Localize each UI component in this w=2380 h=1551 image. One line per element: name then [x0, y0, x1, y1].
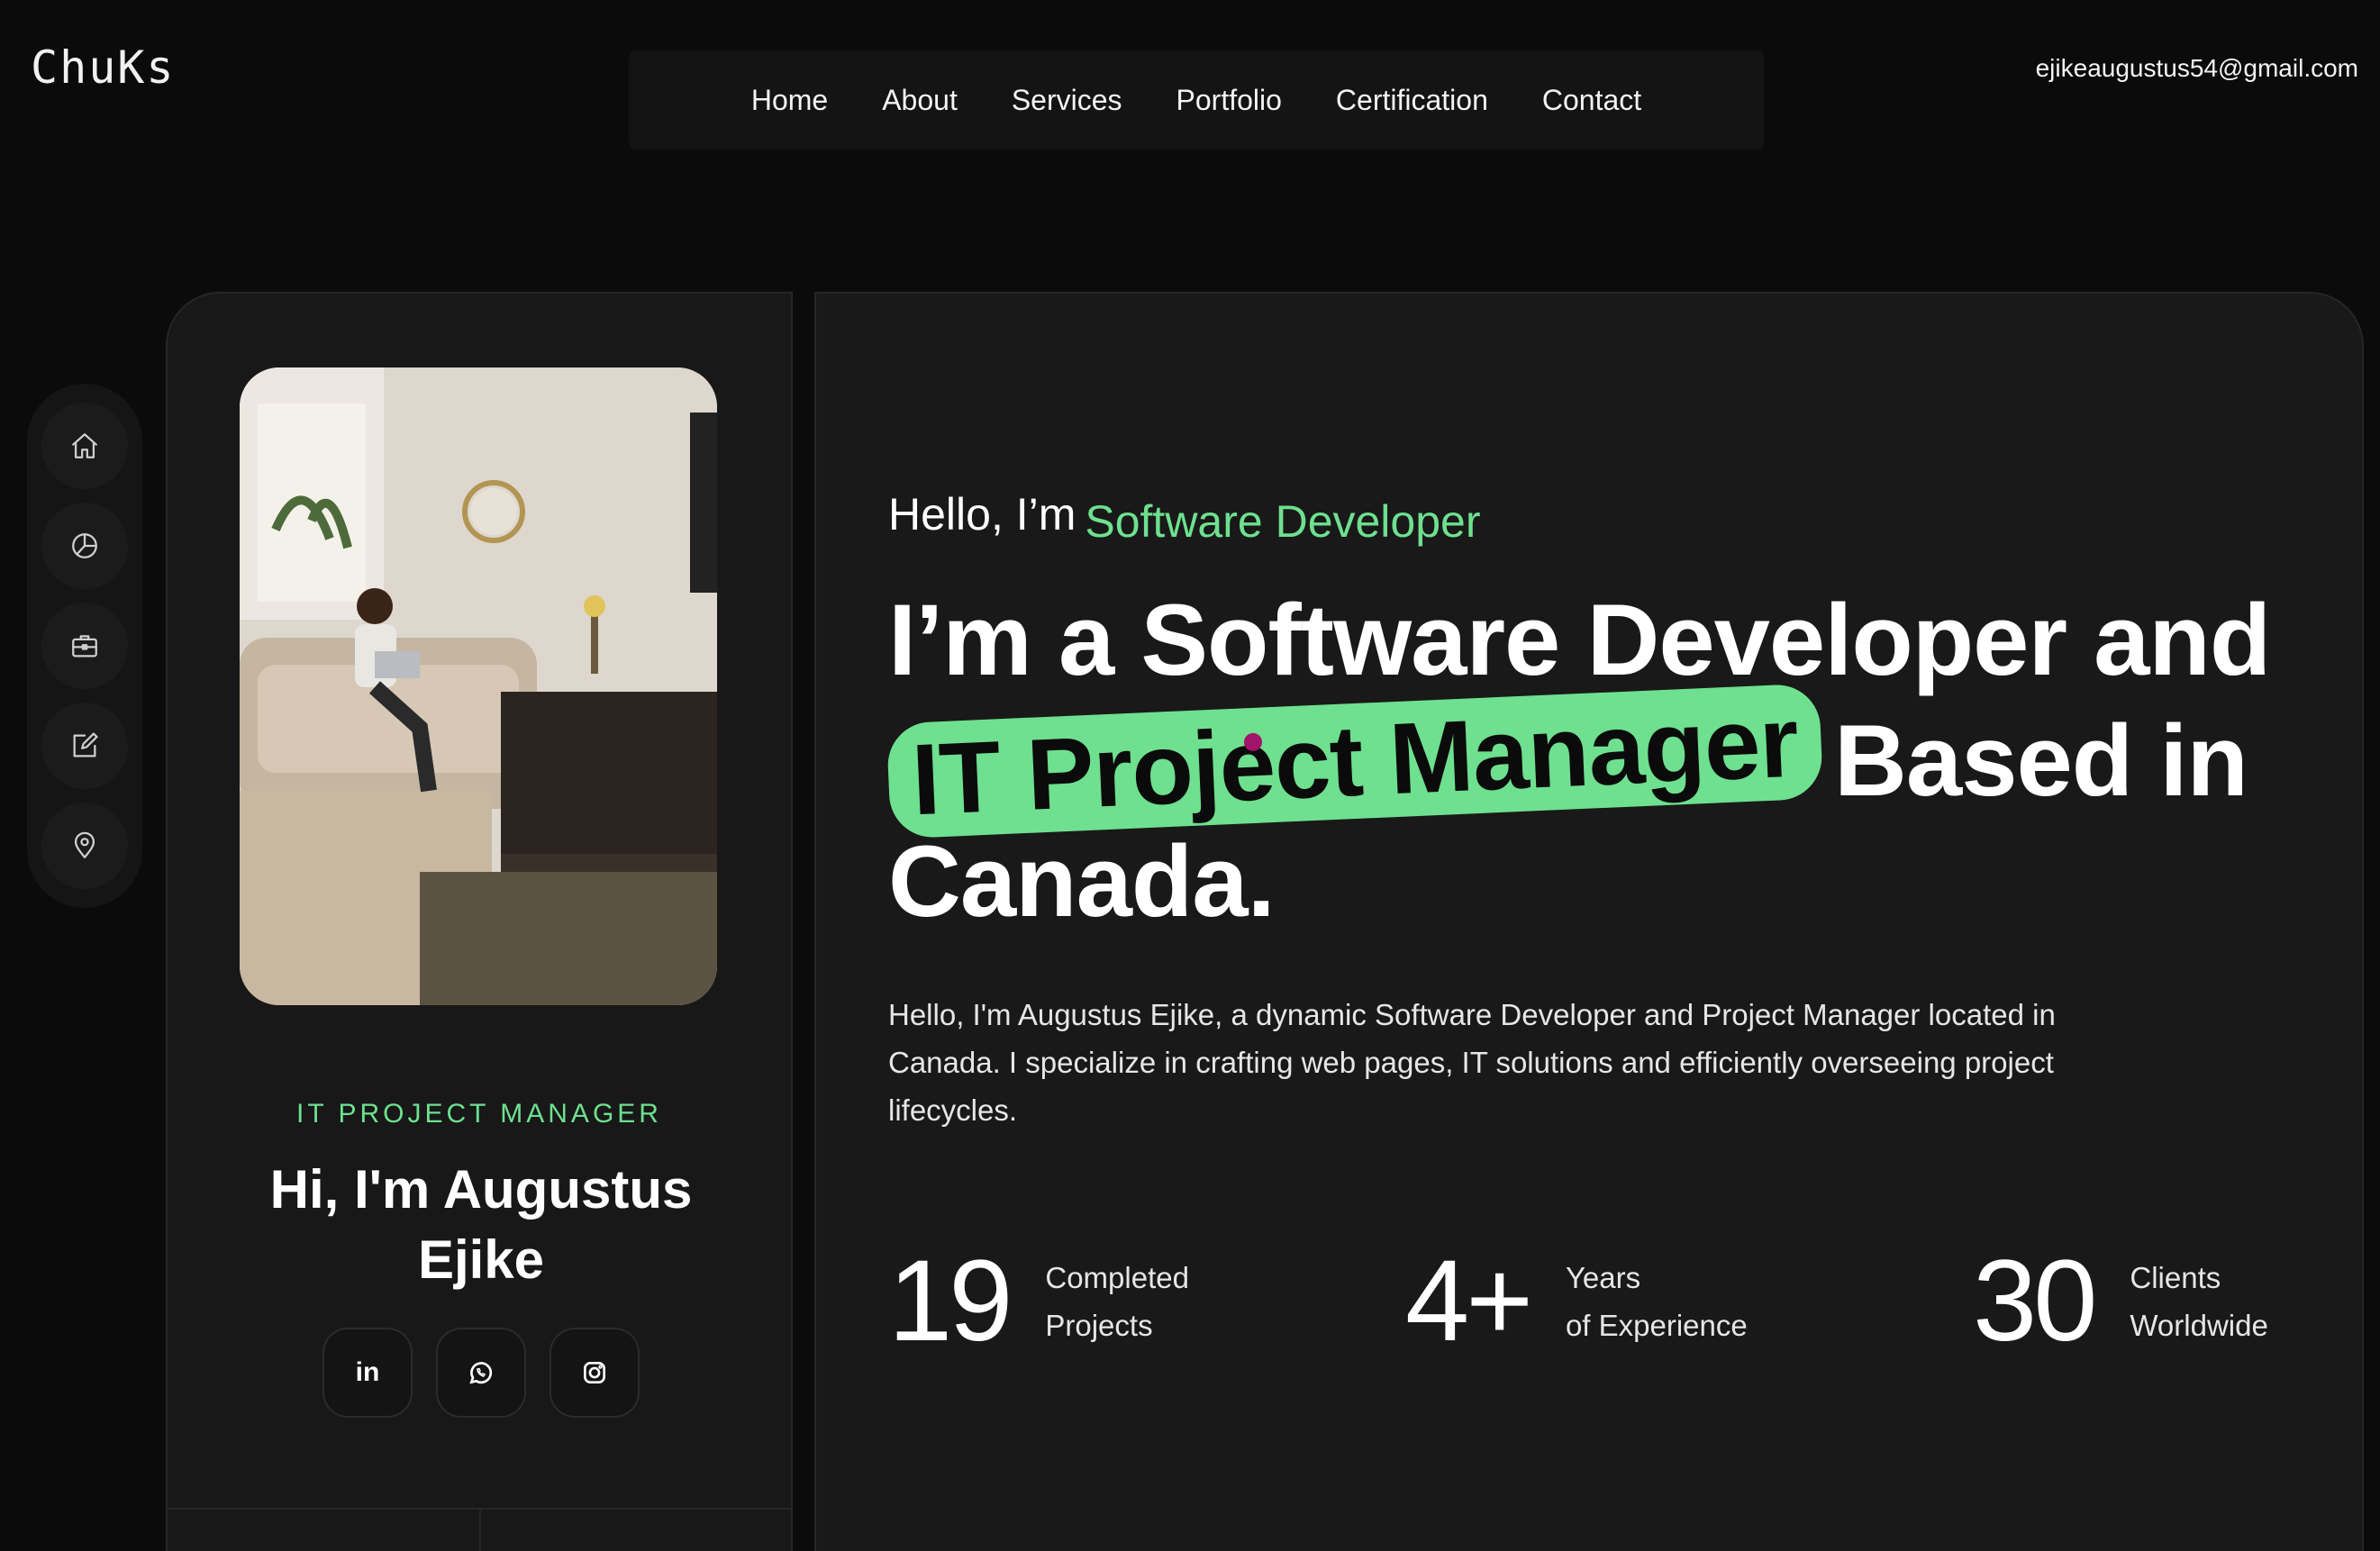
pie-chart-icon — [72, 533, 97, 559]
instagram-button[interactable] — [550, 1328, 640, 1418]
whatsapp-button[interactable] — [436, 1328, 526, 1418]
social-links: in — [322, 1328, 640, 1418]
rail-work-button[interactable] — [41, 602, 128, 689]
profile-name: Hi, I'm Augustus Ejike — [269, 1159, 693, 1290]
contact-email[interactable]: ejikeaugustus54@gmail.com — [2036, 54, 2358, 83]
stat-label-line1: Clients — [2130, 1261, 2221, 1294]
profile-role: IT PROJECT MANAGER — [296, 1099, 662, 1129]
nav-portfolio[interactable]: Portfolio — [1176, 84, 1282, 117]
site-logo[interactable]: ChuKs — [31, 41, 176, 94]
rail-blog-button[interactable] — [41, 702, 128, 789]
nav-about[interactable]: About — [882, 84, 958, 117]
nav-home[interactable]: Home — [751, 84, 828, 117]
briefcase-icon — [72, 635, 97, 658]
linkedin-icon: in — [355, 1357, 380, 1387]
stat-value: 19 — [888, 1237, 1013, 1365]
stat-label: Clients Worldwide — [2130, 1254, 2267, 1349]
nav-contact[interactable]: Contact — [1542, 84, 1641, 117]
profile-photo — [240, 367, 717, 1005]
hero-description: Hello, I'm Augustus Ejike, a dynamic Sof… — [888, 998, 2056, 1127]
stat-label-line2: Worldwide — [2130, 1309, 2268, 1342]
greeting-text: Hello, I’m — [888, 489, 1076, 540]
stat-projects: 19 Completed Projects — [888, 1243, 1189, 1360]
highlight-text: IT Project Manager — [909, 685, 1801, 837]
whatsapp-icon — [469, 1362, 493, 1384]
main-nav: Home About Services Portfolio Certificat… — [629, 50, 1764, 150]
rail-home-button[interactable] — [41, 403, 128, 490]
page: ChuKs Home About Services Portfolio Cert… — [0, 0, 2380, 1551]
greeting-role: Software Developer — [1085, 496, 1481, 547]
stat-label: Completed Projects — [1045, 1254, 1189, 1349]
rail-stats-button[interactable] — [41, 503, 128, 590]
footer-divider — [479, 1510, 481, 1551]
stat-label-line1: Years — [1565, 1261, 1641, 1294]
headline-part-1: I’m a Software Developer and — [888, 584, 2271, 696]
stat-experience: 4+ Years of Experience — [1405, 1243, 1748, 1360]
profile-card-footer — [168, 1508, 791, 1551]
stat-clients: 30 Clients Worldwide — [1973, 1243, 2268, 1360]
instagram-icon — [584, 1362, 605, 1383]
nav-services[interactable]: Services — [1012, 84, 1122, 117]
nav-certification[interactable]: Certification — [1336, 84, 1488, 117]
headline-highlight: IT Project Manager — [886, 683, 1824, 839]
hero-panel: Hello, I’m Software Developer I’m a Softw… — [814, 292, 2364, 1551]
stat-label-line2: of Experience — [1565, 1309, 1748, 1342]
side-icon-rail — [27, 384, 142, 908]
stat-value: 30 — [1973, 1237, 2097, 1365]
hero-headline: I’m a Software Developer and IT Project … — [886, 580, 2294, 942]
stat-label-line1: Completed — [1045, 1261, 1189, 1294]
stat-label: Years of Experience — [1566, 1254, 1748, 1349]
linkedin-button[interactable]: in — [322, 1328, 413, 1418]
home-icon — [72, 433, 97, 459]
stat-value: 4+ — [1405, 1237, 1533, 1365]
edit-icon — [73, 732, 98, 757]
profile-card: IT PROJECT MANAGER Hi, I'm Augustus Ejik… — [166, 292, 793, 1551]
living-room-photo-illustration — [240, 367, 717, 1005]
stat-label-line2: Projects — [1045, 1309, 1153, 1342]
hero-greeting: Hello, I’m Software Developer — [888, 488, 1481, 547]
location-pin-icon — [74, 831, 95, 858]
rail-contact-button[interactable] — [41, 802, 128, 889]
